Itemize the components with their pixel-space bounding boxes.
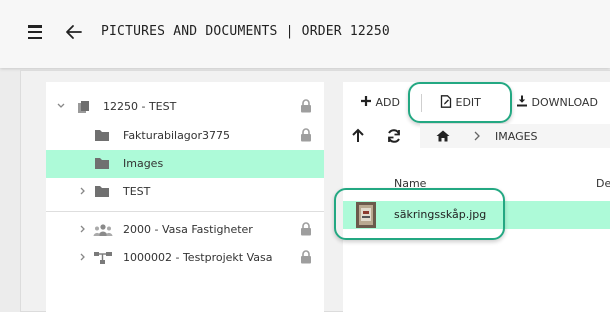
edit-label: EDIT — [455, 96, 481, 109]
chevron-right-icon[interactable] — [77, 251, 87, 263]
toolbar-divider — [421, 94, 422, 112]
add-button[interactable]: ADD — [360, 92, 400, 114]
tree-item-images[interactable]: Images — [46, 150, 324, 178]
page-title: PICTURES AND DOCUMENTS | ORDER 12250 — [101, 24, 390, 39]
image-thumbnail — [356, 202, 376, 228]
file-name: säkringsskåp.jpg — [394, 208, 487, 221]
tree-item-label: 1000002 - Testprojekt Vasa — [123, 251, 273, 264]
users-icon — [93, 224, 113, 236]
tree-item-12250-test[interactable]: 12250 - TEST — [46, 93, 324, 121]
hamburger-icon[interactable] — [28, 25, 42, 40]
lock-icon — [301, 99, 311, 113]
chevron-right-icon[interactable] — [77, 223, 87, 235]
plus-icon — [361, 96, 371, 106]
chevron-right-icon — [474, 131, 480, 141]
tree-item-test[interactable]: TEST — [46, 178, 324, 206]
tree-item-label: Images — [123, 157, 164, 170]
download-label: DOWNLOAD — [531, 96, 598, 109]
folder-icon — [95, 130, 109, 141]
lock-icon — [301, 128, 311, 142]
app-header: PICTURES AND DOCUMENTS | ORDER 12250 — [0, 0, 610, 68]
chevron-right-icon[interactable] — [77, 185, 87, 197]
download-icon — [517, 95, 527, 107]
add-label: ADD — [375, 96, 400, 109]
tree-item-label: 12250 - TEST — [103, 100, 177, 113]
folder-icon — [95, 158, 109, 169]
tree-item-vasa-fastigheter[interactable]: 2000 - Vasa Fastigheter — [46, 216, 324, 244]
tree-item-label: Fakturabilagor3775 — [123, 129, 231, 142]
file-stack-icon — [78, 101, 89, 113]
tree-item-testprojekt-vasa[interactable]: 1000002 - Testprojekt Vasa — [46, 244, 324, 272]
hierarchy-icon — [94, 252, 112, 264]
arrow-up-icon[interactable] — [348, 126, 368, 146]
edit-document-icon — [440, 95, 452, 108]
file-panel — [343, 82, 610, 312]
lock-icon — [301, 250, 311, 264]
tree-item-fakturabilagor[interactable]: Fakturabilagor3775 — [46, 122, 324, 150]
table-row[interactable]: säkringsskåp.jpg — [343, 201, 610, 229]
home-icon[interactable] — [436, 130, 450, 142]
folder-icon — [95, 186, 109, 197]
chevron-down-icon[interactable] — [56, 100, 66, 112]
lock-icon — [301, 222, 311, 236]
tree-item-label: 2000 - Vasa Fastigheter — [123, 223, 253, 236]
tree-item-label: TEST — [123, 185, 151, 198]
edit-button[interactable]: EDIT — [440, 92, 481, 114]
column-header-name[interactable]: Name — [394, 177, 426, 190]
refresh-icon[interactable] — [384, 126, 404, 146]
breadcrumb-current[interactable]: IMAGES — [495, 130, 538, 143]
column-header-description[interactable]: De — [596, 177, 610, 190]
download-button[interactable]: DOWNLOAD — [516, 92, 598, 114]
tree-divider — [46, 211, 324, 212]
arrow-left-icon[interactable] — [64, 22, 84, 42]
